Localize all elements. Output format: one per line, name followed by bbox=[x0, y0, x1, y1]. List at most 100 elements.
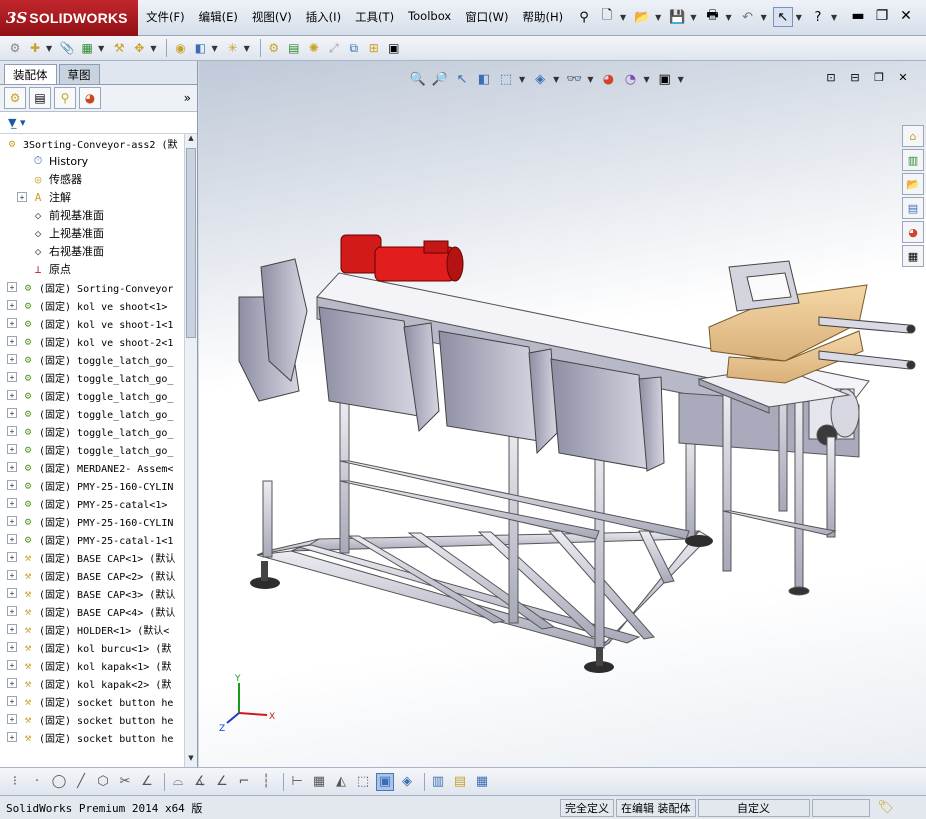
explode-line-sketch-icon[interactable]: ⤢ bbox=[325, 39, 343, 57]
status-custom[interactable]: 自定义 bbox=[697, 798, 810, 817]
close-icon[interactable]: ✕ bbox=[896, 8, 916, 24]
feature-item[interactable]: + A 注解 bbox=[0, 188, 184, 206]
trim-icon[interactable]: ✂ bbox=[116, 773, 134, 791]
save-dropdown-icon[interactable]: ▼ bbox=[690, 13, 696, 22]
move-dropdown-icon[interactable]: ▼ bbox=[150, 44, 156, 53]
exploded-view-icon[interactable]: ✺ bbox=[305, 39, 323, 57]
line-icon[interactable]: ╱ bbox=[72, 773, 90, 791]
component-item[interactable]: + ⚙ (固定) toggle_latch_go_ bbox=[0, 368, 184, 386]
expand-icon[interactable]: + bbox=[7, 336, 17, 346]
expand-icon[interactable]: + bbox=[7, 282, 17, 292]
component-item[interactable]: + ⚒ (固定) BASE CAP<1> (默认 bbox=[0, 548, 184, 566]
expand-icon[interactable]: + bbox=[7, 714, 17, 724]
sorting-conveyor-model[interactable] bbox=[199, 61, 926, 767]
expand-icon[interactable]: + bbox=[7, 534, 17, 544]
menu-help[interactable]: 帮助(H) bbox=[523, 9, 564, 25]
component-item[interactable]: + ⚒ (固定) socket button he bbox=[0, 710, 184, 728]
instant3d-icon[interactable]: ▣ bbox=[385, 39, 403, 57]
tree-scrollbar[interactable]: ▲ ▼ bbox=[184, 134, 197, 767]
component-item[interactable]: + ⚒ (固定) socket button he bbox=[0, 728, 184, 746]
extend-icon[interactable]: ∠ bbox=[138, 773, 156, 791]
component-item[interactable]: + ⚙ (固定) toggle_latch_go_ bbox=[0, 422, 184, 440]
component-item[interactable]: + ⚙ (固定) toggle_latch_go_ bbox=[0, 386, 184, 404]
feature-manager-tab-icon[interactable]: ⚙ bbox=[4, 87, 26, 109]
solidworks-logo[interactable]: 3S SOLIDWORKS bbox=[0, 0, 138, 36]
insert-dropdown-icon[interactable]: ▼ bbox=[46, 44, 52, 53]
feature-item[interactable]: ◇ 上视基准面 bbox=[0, 224, 184, 242]
smart-dimension-icon[interactable]: ⊢ bbox=[288, 773, 306, 791]
undo-dropdown-icon[interactable]: ▼ bbox=[761, 13, 767, 22]
configuration-manager-tab-icon[interactable]: ⚲ bbox=[54, 87, 76, 109]
appearances-icon[interactable]: ◕ bbox=[902, 221, 924, 243]
component-item[interactable]: + ⚒ (固定) BASE CAP<3> (默认 bbox=[0, 584, 184, 602]
tab-sketch[interactable]: 草图 bbox=[58, 64, 100, 84]
expand-icon[interactable]: + bbox=[7, 606, 17, 616]
chamfer-icon[interactable]: ∡ bbox=[191, 773, 209, 791]
expand-icon[interactable]: + bbox=[7, 732, 17, 742]
component-item[interactable]: + ⚙ (固定) PMY-25-160-CYLIN bbox=[0, 512, 184, 530]
expand-icon[interactable]: + bbox=[7, 624, 17, 634]
construction-line-icon[interactable]: ┆ bbox=[257, 773, 275, 791]
expand-icon[interactable]: + bbox=[7, 660, 17, 670]
linear-pattern-icon[interactable]: ▦ bbox=[78, 39, 96, 57]
edit-component-icon[interactable]: ⚙ bbox=[6, 39, 24, 57]
menu-view[interactable]: 视图(V) bbox=[252, 9, 292, 25]
solidworks-resources-icon[interactable]: ⌂ bbox=[902, 125, 924, 147]
clearance-verification-icon[interactable]: ⊞ bbox=[365, 39, 383, 57]
component-item[interactable]: + ⚙ (固定) kol ve shoot-2<1 bbox=[0, 332, 184, 350]
component-item[interactable]: + ⚙ (固定) PMY-25-160-CYLIN bbox=[0, 476, 184, 494]
component-item[interactable]: + ⚒ (固定) socket button he bbox=[0, 692, 184, 710]
component-item[interactable]: + ⚒ (固定) kol kapak<2> (默 bbox=[0, 674, 184, 692]
expand-icon[interactable]: + bbox=[7, 300, 17, 310]
mate-icon[interactable]: 📎 bbox=[58, 39, 76, 57]
minimize-icon[interactable]: ▬ bbox=[848, 8, 868, 24]
component-item[interactable]: + ⚙ (固定) PMY-25-catal<1> bbox=[0, 494, 184, 512]
expand-icon[interactable]: + bbox=[7, 552, 17, 562]
feature-item[interactable]: ⏱ History bbox=[0, 152, 184, 170]
more-tools-icon[interactable]: ⁝ bbox=[6, 773, 24, 791]
undo-icon[interactable]: ↶ bbox=[738, 7, 758, 27]
expand-icon[interactable]: + bbox=[7, 390, 17, 400]
restore-icon[interactable]: ❐ bbox=[872, 8, 892, 24]
bill-of-materials-icon[interactable]: ▤ bbox=[285, 39, 303, 57]
component-item[interactable]: + ⚙ (固定) kol ve shoot-1<1 bbox=[0, 314, 184, 332]
rebuild-tag-icon[interactable]: 🏷 bbox=[878, 800, 895, 815]
graphics-area[interactable]: 🔍 🔎 ↖ ◧ ⬚ ▼ ◈ ▼ 👓 ▼ ◕ ◔ ▼ ▣ ▼ ⊡ ⊟ ❐ ✕ Y … bbox=[199, 61, 926, 767]
print-icon[interactable]: 🖶 bbox=[702, 7, 722, 27]
property-manager-tab-icon[interactable]: ▤ bbox=[29, 87, 51, 109]
reference-dropdown-icon[interactable]: ▼ bbox=[244, 44, 250, 53]
reference-geometry-icon[interactable]: ✳ bbox=[224, 39, 242, 57]
help-icon[interactable]: ? bbox=[808, 7, 828, 27]
select-dropdown-icon[interactable]: ▼ bbox=[796, 13, 802, 22]
3d-sketch-icon[interactable]: ⬚ bbox=[354, 773, 372, 791]
funnel-icon[interactable]: ▼̲ ▾ bbox=[8, 116, 25, 129]
point-icon[interactable]: · bbox=[28, 773, 46, 791]
component-item[interactable]: + ⚒ (固定) BASE CAP<4> (默认 bbox=[0, 602, 184, 620]
expand-icon[interactable]: + bbox=[7, 588, 17, 598]
component-item[interactable]: + ⚒ (固定) HOLDER<1> (默认< bbox=[0, 620, 184, 638]
component-item[interactable]: + ⚒ (固定) BASE CAP<2> (默认 bbox=[0, 566, 184, 584]
design-library-icon[interactable]: ▥ bbox=[902, 149, 924, 171]
menu-file[interactable]: 文件(F) bbox=[146, 9, 185, 25]
component-item[interactable]: + ⚙ (固定) toggle_latch_go_ bbox=[0, 440, 184, 458]
feature-item[interactable]: ⊥ 原点 bbox=[0, 260, 184, 278]
expand-icon[interactable]: + bbox=[7, 318, 17, 328]
display-manager-tab-icon[interactable]: ◕ bbox=[79, 87, 101, 109]
expand-icon[interactable]: + bbox=[7, 372, 17, 382]
menu-toolbox[interactable]: Toolbox bbox=[408, 9, 451, 25]
circle-icon[interactable]: ◯ bbox=[50, 773, 68, 791]
open-folder-icon[interactable]: 📂 bbox=[632, 7, 652, 27]
expand-icon[interactable]: + bbox=[7, 426, 17, 436]
show-hidden-icon[interactable]: ◉ bbox=[171, 39, 189, 57]
menu-window[interactable]: 窗口(W) bbox=[465, 9, 508, 25]
grid-icon[interactable]: ▦ bbox=[310, 773, 328, 791]
tab-assembly[interactable]: 装配体 bbox=[4, 64, 57, 84]
move-component-icon[interactable]: ✥ bbox=[130, 39, 148, 57]
solid-body-icon[interactable]: ◈ bbox=[398, 773, 416, 791]
custom-properties-icon[interactable]: ▦ bbox=[902, 245, 924, 267]
feature-item[interactable]: ◇ 前视基准面 bbox=[0, 206, 184, 224]
scroll-thumb[interactable] bbox=[186, 148, 196, 338]
assembly-features-icon[interactable]: ◧ bbox=[191, 39, 209, 57]
expand-icon[interactable]: + bbox=[7, 570, 17, 580]
view-palette-icon[interactable]: ▤ bbox=[902, 197, 924, 219]
